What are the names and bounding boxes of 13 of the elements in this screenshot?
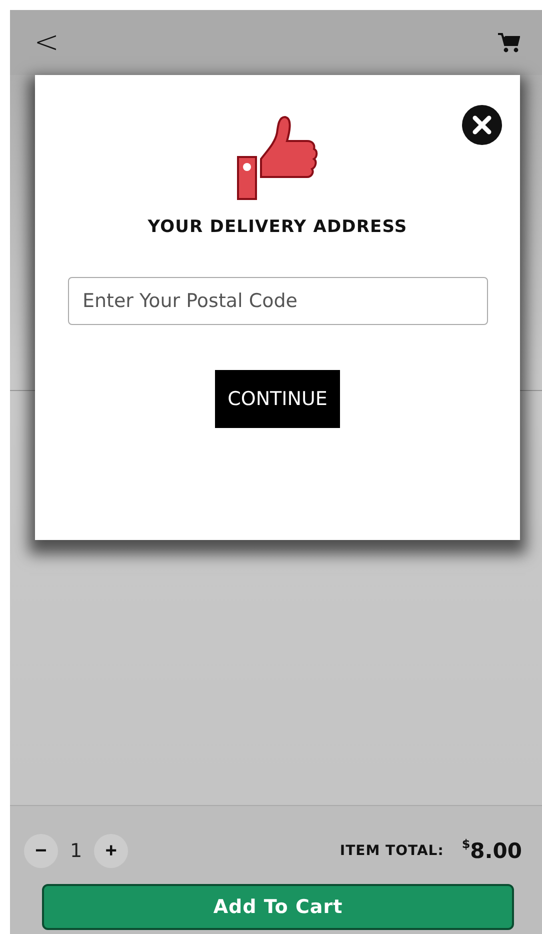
item-total-label: ITEM TOTAL: bbox=[340, 843, 444, 859]
increase-button[interactable]: + bbox=[94, 834, 128, 868]
decrease-button[interactable]: − bbox=[24, 834, 58, 868]
thumbs-up-icon bbox=[236, 115, 318, 201]
postal-code-field[interactable]: Enter Your Postal Code bbox=[68, 277, 488, 325]
add-to-cart-button[interactable]: Add To Cart bbox=[42, 884, 514, 930]
dialog-title: YOUR DELIVERY ADDRESS bbox=[148, 217, 408, 237]
item-total-price: $8.00 bbox=[462, 839, 522, 863]
close-icon[interactable] bbox=[462, 105, 502, 145]
continue-button[interactable]: CONTINUE bbox=[214, 370, 340, 428]
cart-icon[interactable] bbox=[498, 32, 520, 52]
back-button[interactable]: < bbox=[34, 25, 60, 60]
quantity: 1 bbox=[70, 840, 82, 862]
